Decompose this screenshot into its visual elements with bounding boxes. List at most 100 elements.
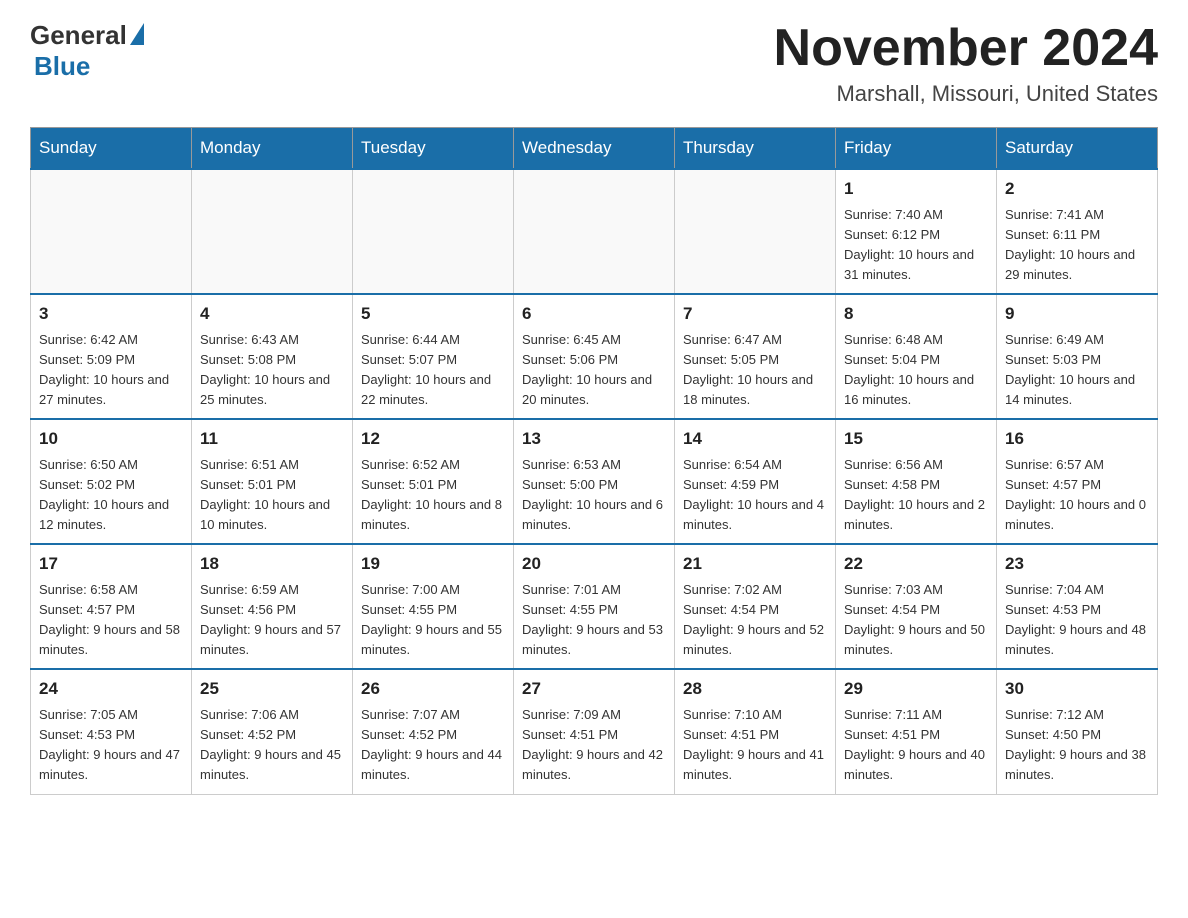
day-info: Sunrise: 7:11 AMSunset: 4:51 PMDaylight:… [844, 705, 988, 786]
day-info: Sunrise: 6:50 AMSunset: 5:02 PMDaylight:… [39, 455, 183, 536]
day-info: Sunrise: 7:00 AMSunset: 4:55 PMDaylight:… [361, 580, 505, 661]
day-info: Sunrise: 6:44 AMSunset: 5:07 PMDaylight:… [361, 330, 505, 411]
calendar-cell: 29 Sunrise: 7:11 AMSunset: 4:51 PMDayligh… [836, 669, 997, 794]
day-info: Sunrise: 6:59 AMSunset: 4:56 PMDaylight:… [200, 580, 344, 661]
day-number: 24 [39, 676, 183, 702]
day-info: Sunrise: 7:10 AMSunset: 4:51 PMDaylight:… [683, 705, 827, 786]
day-info: Sunrise: 7:40 AMSunset: 6:12 PMDaylight:… [844, 205, 988, 286]
day-number: 18 [200, 551, 344, 577]
day-number: 27 [522, 676, 666, 702]
week-row-4: 17 Sunrise: 6:58 AMSunset: 4:57 PMDayligh… [31, 544, 1158, 669]
weekday-header-saturday: Saturday [997, 128, 1158, 170]
day-info: Sunrise: 6:56 AMSunset: 4:58 PMDaylight:… [844, 455, 988, 536]
day-info: Sunrise: 7:01 AMSunset: 4:55 PMDaylight:… [522, 580, 666, 661]
calendar-cell: 25 Sunrise: 7:06 AMSunset: 4:52 PMDayligh… [192, 669, 353, 794]
weekday-header-monday: Monday [192, 128, 353, 170]
logo-triangle-icon [130, 23, 144, 45]
location-title: Marshall, Missouri, United States [774, 81, 1158, 107]
calendar-cell: 8 Sunrise: 6:48 AMSunset: 5:04 PMDaylight… [836, 294, 997, 419]
day-info: Sunrise: 7:03 AMSunset: 4:54 PMDaylight:… [844, 580, 988, 661]
calendar-cell: 27 Sunrise: 7:09 AMSunset: 4:51 PMDayligh… [514, 669, 675, 794]
day-info: Sunrise: 7:06 AMSunset: 4:52 PMDaylight:… [200, 705, 344, 786]
calendar-cell: 28Sunrise: 7:10 AMSunset: 4:51 PMDayligh… [675, 669, 836, 794]
day-info: Sunrise: 7:02 AMSunset: 4:54 PMDaylight:… [683, 580, 827, 661]
weekday-header-sunday: Sunday [31, 128, 192, 170]
weekday-header-tuesday: Tuesday [353, 128, 514, 170]
header: General Blue November 2024 Marshall, Mis… [30, 20, 1158, 107]
day-info: Sunrise: 7:12 AMSunset: 4:50 PMDaylight:… [1005, 705, 1149, 786]
day-number: 19 [361, 551, 505, 577]
week-row-1: 1 Sunrise: 7:40 AMSunset: 6:12 PMDaylight… [31, 169, 1158, 294]
calendar-cell: 9 Sunrise: 6:49 AMSunset: 5:03 PMDaylight… [997, 294, 1158, 419]
calendar-cell: 18 Sunrise: 6:59 AMSunset: 4:56 PMDayligh… [192, 544, 353, 669]
calendar-cell [192, 169, 353, 294]
week-row-5: 24 Sunrise: 7:05 AMSunset: 4:53 PMDayligh… [31, 669, 1158, 794]
day-info: Sunrise: 6:48 AMSunset: 5:04 PMDaylight:… [844, 330, 988, 411]
day-number: 17 [39, 551, 183, 577]
title-area: November 2024 Marshall, Missouri, United… [774, 20, 1158, 107]
week-row-3: 10Sunrise: 6:50 AMSunset: 5:02 PMDayligh… [31, 419, 1158, 544]
day-number: 9 [1005, 301, 1149, 327]
day-number: 22 [844, 551, 988, 577]
day-info: Sunrise: 6:42 AMSunset: 5:09 PMDaylight:… [39, 330, 183, 411]
day-number: 4 [200, 301, 344, 327]
day-info: Sunrise: 7:05 AMSunset: 4:53 PMDaylight:… [39, 705, 183, 786]
calendar-table: SundayMondayTuesdayWednesdayThursdayFrid… [30, 127, 1158, 794]
calendar-cell [31, 169, 192, 294]
week-row-2: 3 Sunrise: 6:42 AMSunset: 5:09 PMDaylight… [31, 294, 1158, 419]
day-number: 23 [1005, 551, 1149, 577]
weekday-header-thursday: Thursday [675, 128, 836, 170]
day-number: 6 [522, 301, 666, 327]
calendar-cell: 3 Sunrise: 6:42 AMSunset: 5:09 PMDaylight… [31, 294, 192, 419]
calendar-cell: 7Sunrise: 6:47 AMSunset: 5:05 PMDaylight… [675, 294, 836, 419]
day-number: 12 [361, 426, 505, 452]
day-number: 13 [522, 426, 666, 452]
day-info: Sunrise: 7:07 AMSunset: 4:52 PMDaylight:… [361, 705, 505, 786]
day-info: Sunrise: 6:57 AMSunset: 4:57 PMDaylight:… [1005, 455, 1149, 536]
logo-general-text: General [30, 20, 127, 51]
calendar-cell: 5 Sunrise: 6:44 AMSunset: 5:07 PMDaylight… [353, 294, 514, 419]
calendar-cell: 11 Sunrise: 6:51 AMSunset: 5:01 PMDayligh… [192, 419, 353, 544]
calendar-cell: 19 Sunrise: 7:00 AMSunset: 4:55 PMDayligh… [353, 544, 514, 669]
day-info: Sunrise: 6:47 AMSunset: 5:05 PMDaylight:… [683, 330, 827, 411]
day-number: 8 [844, 301, 988, 327]
calendar-cell: 14Sunrise: 6:54 AMSunset: 4:59 PMDayligh… [675, 419, 836, 544]
day-number: 14 [683, 426, 827, 452]
day-info: Sunrise: 7:41 AMSunset: 6:11 PMDaylight:… [1005, 205, 1149, 286]
calendar-cell: 26Sunrise: 7:07 AMSunset: 4:52 PMDayligh… [353, 669, 514, 794]
calendar-cell: 15 Sunrise: 6:56 AMSunset: 4:58 PMDayligh… [836, 419, 997, 544]
day-number: 3 [39, 301, 183, 327]
day-number: 1 [844, 176, 988, 202]
day-number: 16 [1005, 426, 1149, 452]
calendar-cell: 24 Sunrise: 7:05 AMSunset: 4:53 PMDayligh… [31, 669, 192, 794]
day-number: 11 [200, 426, 344, 452]
day-info: Sunrise: 6:49 AMSunset: 5:03 PMDaylight:… [1005, 330, 1149, 411]
calendar-cell: 20Sunrise: 7:01 AMSunset: 4:55 PMDayligh… [514, 544, 675, 669]
day-number: 29 [844, 676, 988, 702]
day-info: Sunrise: 7:04 AMSunset: 4:53 PMDaylight:… [1005, 580, 1149, 661]
calendar-cell: 21 Sunrise: 7:02 AMSunset: 4:54 PMDayligh… [675, 544, 836, 669]
calendar-cell: 6 Sunrise: 6:45 AMSunset: 5:06 PMDaylight… [514, 294, 675, 419]
weekday-header-wednesday: Wednesday [514, 128, 675, 170]
day-info: Sunrise: 6:45 AMSunset: 5:06 PMDaylight:… [522, 330, 666, 411]
day-info: Sunrise: 7:09 AMSunset: 4:51 PMDaylight:… [522, 705, 666, 786]
calendar-cell: 2Sunrise: 7:41 AMSunset: 6:11 PMDaylight… [997, 169, 1158, 294]
calendar-cell: 16 Sunrise: 6:57 AMSunset: 4:57 PMDayligh… [997, 419, 1158, 544]
day-number: 15 [844, 426, 988, 452]
day-info: Sunrise: 6:58 AMSunset: 4:57 PMDaylight:… [39, 580, 183, 661]
calendar-cell [353, 169, 514, 294]
calendar-cell: 10Sunrise: 6:50 AMSunset: 5:02 PMDayligh… [31, 419, 192, 544]
weekday-header-friday: Friday [836, 128, 997, 170]
day-info: Sunrise: 6:51 AMSunset: 5:01 PMDaylight:… [200, 455, 344, 536]
calendar-cell: 22 Sunrise: 7:03 AMSunset: 4:54 PMDayligh… [836, 544, 997, 669]
day-number: 25 [200, 676, 344, 702]
day-info: Sunrise: 6:52 AMSunset: 5:01 PMDaylight:… [361, 455, 505, 536]
day-number: 5 [361, 301, 505, 327]
weekday-header-row: SundayMondayTuesdayWednesdayThursdayFrid… [31, 128, 1158, 170]
day-info: Sunrise: 6:43 AMSunset: 5:08 PMDaylight:… [200, 330, 344, 411]
calendar-cell: 13Sunrise: 6:53 AMSunset: 5:00 PMDayligh… [514, 419, 675, 544]
calendar-cell: 4 Sunrise: 6:43 AMSunset: 5:08 PMDaylight… [192, 294, 353, 419]
calendar-cell [675, 169, 836, 294]
logo-blue-text: Blue [34, 51, 90, 81]
day-number: 21 [683, 551, 827, 577]
